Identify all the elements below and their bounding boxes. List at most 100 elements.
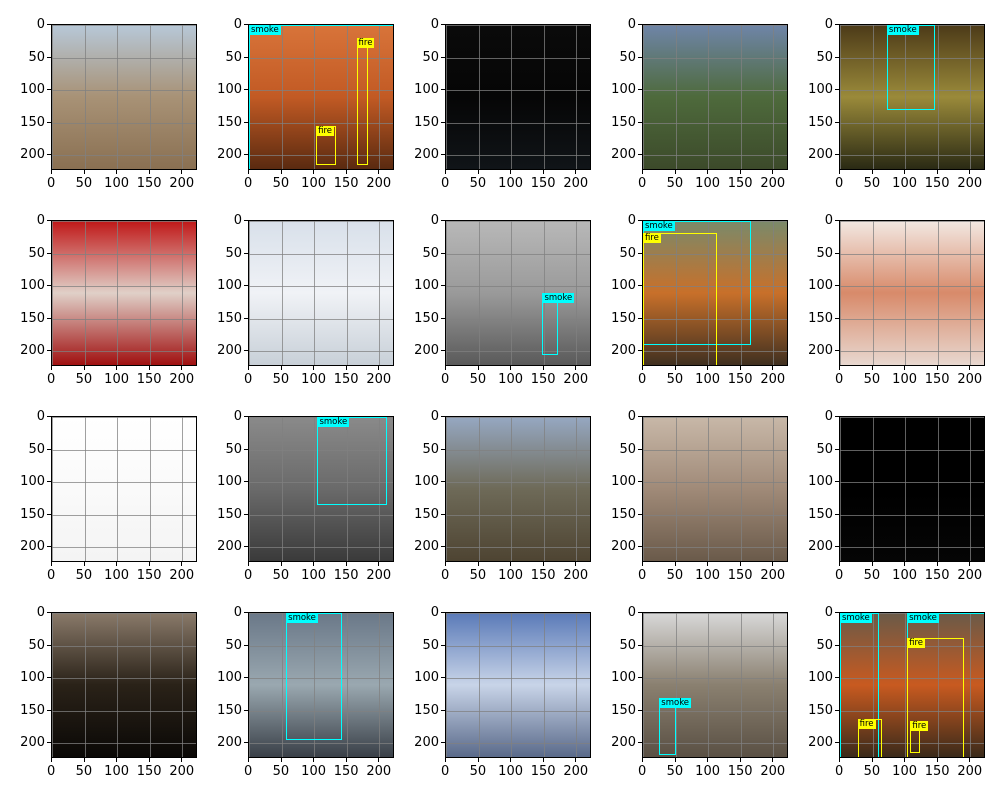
panel-image xyxy=(51,220,197,366)
gridline-horizontal xyxy=(840,514,984,516)
y-tick-mark xyxy=(638,742,642,744)
y-tick-mark xyxy=(441,612,445,613)
panel: 0 50 100 150 200 0 50 100 150 200 xyxy=(0,196,197,392)
gridline-vertical xyxy=(840,25,841,169)
y-tick-mark xyxy=(47,252,51,254)
y-tick-label: 50 xyxy=(422,637,439,653)
y-tick-mark xyxy=(835,546,839,548)
y-tick-mark xyxy=(638,709,642,711)
y-tick-mark xyxy=(244,89,248,91)
y-tick-mark xyxy=(638,513,642,515)
y-tick-mark xyxy=(835,220,839,221)
x-tick-label: 0 xyxy=(441,764,450,779)
y-tick-label: 50 xyxy=(225,49,242,65)
panel: smoke 0 50 100 150 200 0 50 100 150 200 xyxy=(394,196,591,392)
gridline-horizontal xyxy=(52,613,196,614)
x-tick-label: 200 xyxy=(169,568,195,583)
x-tick-mark xyxy=(542,170,544,174)
x-tick-label: 200 xyxy=(760,176,786,191)
x-tick-mark xyxy=(148,170,150,174)
x-tick-label: 200 xyxy=(366,568,392,583)
gridline-horizontal xyxy=(840,221,984,222)
y-tick-mark xyxy=(835,742,839,744)
y-tick-mark xyxy=(638,154,642,156)
x-tick-mark xyxy=(707,366,709,370)
x-tick-label: 0 xyxy=(835,176,844,191)
y-tick-label: 50 xyxy=(422,49,439,65)
scene-image xyxy=(643,25,787,169)
gridline-horizontal xyxy=(249,547,393,549)
scene-image xyxy=(446,613,590,757)
gridline-vertical xyxy=(675,417,677,561)
gridline-vertical xyxy=(446,417,447,561)
x-tick-mark xyxy=(445,366,446,370)
gridline-horizontal xyxy=(52,122,196,124)
fire-label: fire xyxy=(356,38,375,49)
x-tick-mark xyxy=(575,170,577,174)
y-tick-mark xyxy=(638,416,642,417)
x-tick-label: 0 xyxy=(638,568,647,583)
y-tick-label: 150 xyxy=(414,702,439,718)
x-tick-mark xyxy=(904,562,906,566)
y-tick-label: 200 xyxy=(414,735,439,751)
x-tick-label: 150 xyxy=(727,568,753,583)
x-tick-label: 100 xyxy=(892,372,917,387)
gridline-horizontal xyxy=(446,743,590,745)
x-tick-label: 200 xyxy=(366,176,392,191)
gridline-horizontal xyxy=(446,645,590,647)
x-tick-label: 0 xyxy=(835,568,844,583)
y-tick-label: 150 xyxy=(808,506,833,522)
y-tick-label: 100 xyxy=(611,278,636,294)
scene-image xyxy=(249,221,393,365)
x-tick-label: 50 xyxy=(272,568,290,583)
y-tick-label: 150 xyxy=(611,114,636,130)
x-tick-mark xyxy=(904,170,906,174)
smoke-bounding-box xyxy=(886,25,935,110)
gridline-vertical xyxy=(117,613,119,757)
x-tick-label: 100 xyxy=(104,568,129,583)
scene-image xyxy=(446,25,590,169)
y-tick-label: 150 xyxy=(611,506,636,522)
gridline-vertical xyxy=(511,613,513,757)
smoke-label: smoke xyxy=(286,613,318,623)
gridline-vertical xyxy=(970,417,972,561)
x-tick-mark xyxy=(51,366,52,370)
y-tick-mark xyxy=(244,220,248,221)
panel-image: smoke smoke fire fire fire xyxy=(839,612,985,758)
y-tick-mark xyxy=(47,481,51,483)
x-tick-label: 0 xyxy=(638,764,647,779)
gridline-vertical xyxy=(740,613,742,757)
y-tick-mark xyxy=(47,154,51,156)
x-tick-label: 150 xyxy=(136,568,162,583)
y-tick-mark xyxy=(638,448,642,450)
y-tick-mark xyxy=(47,742,51,744)
x-tick-label: 150 xyxy=(727,372,753,387)
gridline-horizontal xyxy=(446,678,590,680)
y-tick-label: 100 xyxy=(611,82,636,98)
panel-image xyxy=(51,416,197,562)
y-tick-label: 200 xyxy=(611,147,636,163)
x-tick-label: 200 xyxy=(169,372,195,387)
gridline-vertical xyxy=(281,221,283,365)
y-tick-label: 50 xyxy=(28,441,45,457)
y-tick-mark xyxy=(47,24,51,25)
y-tick-label: 200 xyxy=(808,735,833,751)
gridline-horizontal xyxy=(52,449,196,451)
y-tick-mark xyxy=(244,56,248,58)
x-tick-label: 200 xyxy=(957,372,983,387)
gridline-horizontal xyxy=(52,678,196,680)
y-tick-mark xyxy=(244,709,248,711)
y-tick-label: 0 xyxy=(824,17,833,32)
gridline-vertical xyxy=(249,613,250,757)
y-tick-label: 50 xyxy=(422,245,439,261)
scene-image xyxy=(643,417,787,561)
gridline-vertical xyxy=(773,221,775,365)
x-tick-label: 50 xyxy=(272,176,290,191)
x-tick-mark xyxy=(510,170,512,174)
y-tick-label: 0 xyxy=(824,213,833,228)
gridline-horizontal xyxy=(840,155,984,157)
y-tick-mark xyxy=(638,56,642,58)
x-tick-mark xyxy=(116,366,118,370)
x-tick-mark xyxy=(871,758,873,762)
gridline-vertical xyxy=(905,417,907,561)
